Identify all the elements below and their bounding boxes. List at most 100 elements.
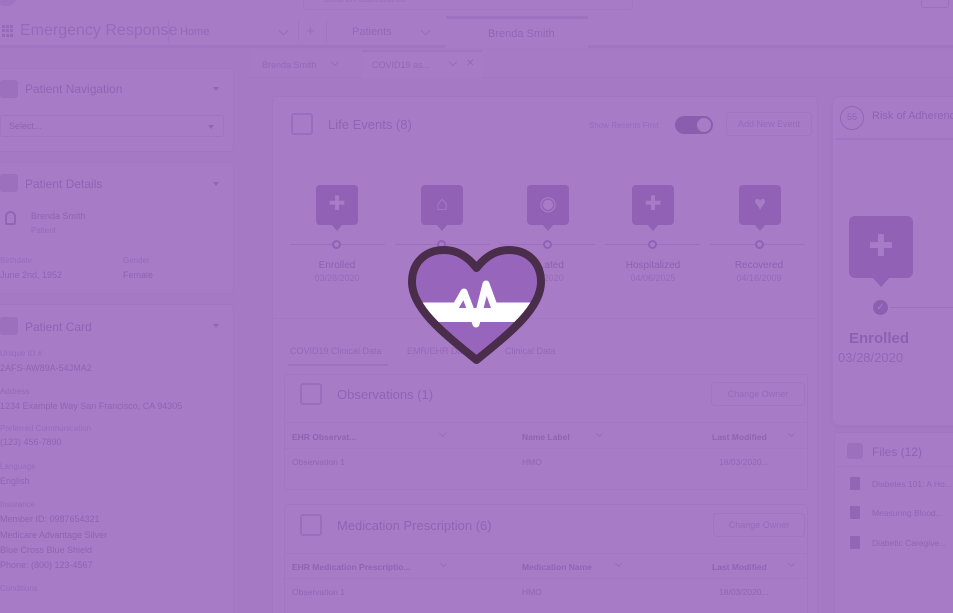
house-icon[interactable]: ⌂ (421, 185, 463, 231)
column-header[interactable]: Medication Name (522, 562, 592, 572)
hospital-icon[interactable]: ✚ (632, 185, 674, 231)
file-name[interactable]: Diabetes 101: A Ho... (872, 479, 952, 489)
gender-label: Gender (123, 256, 150, 265)
nav-tab-active[interactable]: Brenda Smith (446, 16, 588, 48)
gender-value: Female (123, 270, 154, 280)
show-recents-label: Show Recents First (589, 121, 659, 130)
field-label: Preferred Communication (0, 424, 92, 433)
timeline-dot (755, 240, 764, 249)
global-search-input[interactable]: Search Salesforce (303, 0, 633, 10)
card-title: Medication Prescription (6) (337, 518, 492, 533)
event-date: 04/16/2009 (736, 273, 782, 283)
add-tab-icon[interactable]: + (306, 23, 315, 40)
calendar-icon (291, 113, 313, 135)
heart-pulse-icon[interactable]: ♥ (739, 185, 781, 231)
field-value: English (0, 476, 30, 486)
event-name: Hospitalized (625, 260, 681, 271)
card-title: Patient Details (25, 177, 103, 191)
dropdown-icon[interactable] (213, 182, 219, 186)
file-icon (850, 506, 860, 519)
files-icon (847, 443, 863, 459)
nav-item-patients[interactable]: Patients (352, 26, 392, 38)
divider (285, 578, 807, 579)
field-value: Member ID: 0987654321 (0, 514, 100, 524)
column-header[interactable]: EHR Observat... (292, 432, 356, 442)
global-header: Search Salesforce (0, 0, 953, 14)
table-cell: HMO (522, 457, 542, 467)
shield-plus-icon[interactable]: ✚ (316, 185, 358, 231)
table-cell: HMO (522, 587, 542, 597)
column-header[interactable]: Last Modified (712, 432, 767, 442)
card-title: Patient Navigation (25, 82, 123, 96)
field-label: Address (0, 387, 30, 396)
nav-item-home[interactable]: Home (180, 26, 209, 38)
patient-name[interactable]: Brenda Smith (31, 211, 86, 221)
subtab-brenda-smith[interactable]: Brenda Smith (262, 60, 317, 70)
divider (285, 553, 807, 554)
change-owner-button[interactable]: Change Owner (713, 513, 805, 537)
active-tab-indicator (288, 364, 388, 366)
global-actions-button[interactable] (921, 0, 949, 8)
app-launcher-icon[interactable] (2, 25, 13, 37)
table-cell[interactable]: Observation 1 (292, 587, 345, 597)
heart-pulse-logo-icon (404, 244, 549, 369)
divider (836, 138, 953, 140)
prescription-icon (300, 514, 322, 536)
file-icon (850, 536, 860, 549)
card-title: Patient Card (25, 320, 92, 334)
navigation-icon (0, 80, 18, 98)
table-cell: 18/03/2020... (719, 587, 769, 597)
column-header[interactable]: EHR Medication Prescriptio... (292, 562, 411, 572)
field-label: Unique ID # (0, 349, 43, 358)
card-icon (0, 317, 18, 335)
person-icon[interactable]: ◉ (527, 185, 569, 231)
field-value: Medicare Advantage Silver (0, 530, 108, 540)
subtab-covid19[interactable]: COVID19 as... (372, 60, 430, 70)
card-title: Observations (1) (337, 387, 434, 402)
salesforce-logo[interactable] (0, 0, 16, 6)
close-icon[interactable]: ✕ (466, 58, 474, 69)
tab-covid19-clinical-data[interactable]: COVID19 Clinical Data (290, 346, 382, 356)
field-value: 1234 Example Way San Francisco, CA 94305 (0, 401, 183, 411)
dropdown-icon (208, 125, 214, 129)
card-title: Files (12) (872, 445, 923, 459)
dropdown-icon[interactable] (213, 324, 219, 328)
observation-icon (300, 383, 322, 405)
field-label: Language (0, 462, 36, 471)
event-date: 03/28/2020 (314, 273, 360, 283)
card-title: Risk of Adherence (872, 110, 953, 122)
file-name[interactable]: Diabetic Caregive... (872, 538, 946, 548)
event-date: 04/06/2025 (630, 273, 676, 283)
event-date: 03/28/2020 (838, 350, 904, 365)
timeline-dot (648, 240, 657, 249)
column-header[interactable]: Last Modified (712, 562, 767, 572)
file-name[interactable]: Measuring Blood... (872, 508, 943, 518)
field-value: Blue Cross Blue Shield (0, 545, 93, 555)
show-recents-toggle[interactable] (675, 116, 713, 134)
column-header[interactable]: Name Label (522, 432, 570, 442)
timeline-dot (332, 240, 341, 249)
change-owner-button[interactable]: Change Owner (711, 382, 805, 406)
field-value[interactable]: (123) 456-7890 (0, 437, 62, 447)
field-label: Conditions (0, 584, 38, 593)
event-name: Enrolled (318, 260, 356, 271)
event-name: Recovered (734, 260, 784, 271)
table-cell[interactable]: Observation 1 (292, 457, 345, 467)
files-card (834, 432, 953, 613)
adherence-score: 55 (840, 106, 864, 130)
add-new-event-button[interactable]: Add New Event (726, 112, 812, 136)
nav-divider (298, 20, 299, 42)
patient-select-value: Select... (9, 121, 42, 131)
subtab-bar (250, 50, 953, 78)
person-icon (5, 211, 16, 225)
field-value: 2AFS-AW89A-54JMA2 (0, 363, 92, 373)
shield-plus-icon[interactable]: ✚ (849, 216, 913, 287)
details-icon (0, 174, 18, 192)
check-icon: ✓ (873, 300, 888, 315)
divider (834, 466, 953, 467)
nav-divider (326, 20, 327, 42)
patient-select[interactable]: Select... (0, 115, 224, 137)
dropdown-icon[interactable] (213, 87, 219, 91)
app-name: Emergency Response (20, 22, 178, 39)
timeline-line (890, 307, 953, 308)
